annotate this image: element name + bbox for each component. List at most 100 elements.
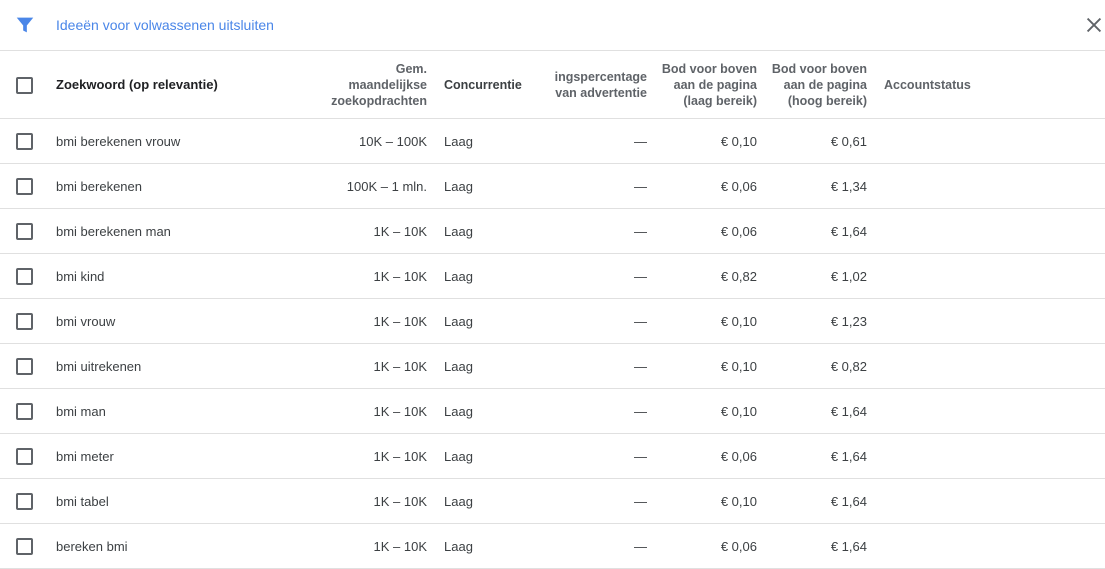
volume-text: 1K – 10K	[373, 268, 428, 284]
bid-low-text: € 0,10	[720, 493, 757, 509]
keyword-text: bmi vrouw	[56, 313, 116, 329]
impression-share-cell: —	[547, 254, 647, 298]
impression-text: —	[634, 358, 647, 374]
header-top-of-page-bid-high[interactable]: Bod voor boven aan de pagina (hoog berei…	[770, 52, 867, 118]
competition-text: Laag	[444, 538, 473, 554]
volume-text: 1K – 10K	[373, 403, 428, 419]
keyword-cell: bmi uitrekenen	[56, 344, 316, 388]
account-status-cell	[884, 479, 1084, 523]
bid-high-text: € 1,64	[830, 493, 867, 509]
bid-high-text: € 1,23	[830, 313, 867, 329]
bid-low-cell: € 0,10	[660, 344, 757, 388]
competition-text: Laag	[444, 268, 473, 284]
keyword-text: bmi berekenen man	[56, 223, 171, 239]
bid-low-text: € 0,10	[720, 358, 757, 374]
bid-low-cell: € 0,10	[660, 119, 757, 163]
row-checkbox[interactable]	[16, 357, 33, 375]
table-row[interactable]: bmi kind 1K – 10K Laag — € 0,82 € 1,02	[0, 254, 1105, 299]
bid-high-text: € 1,02	[830, 268, 867, 284]
header-keyword[interactable]: Zoekwoord (op relevantie)	[56, 52, 316, 118]
filter-icon[interactable]	[14, 14, 36, 36]
competition-cell: Laag	[444, 344, 544, 388]
bid-low-cell: € 0,06	[660, 434, 757, 478]
bid-low-text: € 0,06	[720, 178, 757, 194]
header-ad-impression-share[interactable]: ingspercentage van advertentie	[547, 52, 647, 118]
row-checkbox[interactable]	[16, 132, 33, 150]
volume-cell: 1K – 10K	[300, 389, 428, 433]
close-icon[interactable]	[1083, 14, 1105, 36]
keyword-text: bmi berekenen	[56, 178, 142, 194]
bid-high-cell: € 1,64	[770, 209, 867, 253]
impression-text: —	[634, 133, 647, 149]
keyword-text: bereken bmi	[56, 538, 128, 554]
volume-text: 1K – 10K	[373, 313, 428, 329]
account-status-cell	[884, 254, 1084, 298]
row-checkbox[interactable]	[16, 312, 33, 330]
impression-text: —	[634, 448, 647, 464]
volume-text: 1K – 10K	[373, 538, 428, 554]
keyword-cell: bmi vrouw	[56, 299, 316, 343]
volume-text: 1K – 10K	[373, 493, 428, 509]
row-checkbox[interactable]	[16, 447, 33, 465]
table-row[interactable]: bmi tabel 1K – 10K Laag — € 0,10 € 1,64	[0, 479, 1105, 524]
impression-text: —	[634, 268, 647, 284]
volume-text: 1K – 10K	[373, 358, 428, 374]
keyword-cell: bereken bmi	[56, 524, 316, 568]
keyword-text: bmi uitrekenen	[56, 358, 142, 374]
account-status-cell	[884, 119, 1084, 163]
competition-text: Laag	[444, 313, 473, 329]
competition-text: Laag	[444, 493, 473, 509]
impression-share-cell: —	[547, 524, 647, 568]
impression-share-cell: —	[547, 299, 647, 343]
competition-cell: Laag	[444, 209, 544, 253]
keyword-text: bmi berekenen vrouw	[56, 133, 181, 149]
toolbar: Ideeën voor volwassenen uitsluiten	[0, 0, 1105, 51]
bid-high-text: € 1,64	[830, 223, 867, 239]
bid-high-cell: € 1,23	[770, 299, 867, 343]
keyword-cell: bmi kind	[56, 254, 316, 298]
header-competition[interactable]: Concurrentie	[444, 52, 544, 118]
competition-cell: Laag	[444, 119, 544, 163]
table-row[interactable]: bmi meter 1K – 10K Laag — € 0,06 € 1,64	[0, 434, 1105, 479]
table-row[interactable]: bmi uitrekenen 1K – 10K Laag — € 0,10 € …	[0, 344, 1105, 389]
competition-text: Laag	[444, 178, 473, 194]
volume-cell: 1K – 10K	[300, 254, 428, 298]
competition-cell: Laag	[444, 524, 544, 568]
header-avg-monthly-searches[interactable]: Gem. maandelijkse zoekopdrachten	[300, 52, 427, 118]
table-row[interactable]: bereken bmi 1K – 10K Laag — € 0,06 € 1,6…	[0, 524, 1105, 569]
keyword-cell: bmi berekenen vrouw	[56, 119, 316, 163]
volume-cell: 1K – 10K	[300, 344, 428, 388]
impression-share-cell: —	[547, 209, 647, 253]
table-row[interactable]: bmi berekenen man 1K – 10K Laag — € 0,06…	[0, 209, 1105, 254]
row-checkbox[interactable]	[16, 222, 33, 240]
impression-share-cell: —	[547, 344, 647, 388]
competition-text: Laag	[444, 403, 473, 419]
header-account-status[interactable]: Accountstatus	[884, 52, 1084, 118]
header-top-of-page-bid-low[interactable]: Bod voor boven aan de pagina (laag berei…	[660, 52, 757, 118]
bid-low-cell: € 0,10	[660, 299, 757, 343]
row-checkbox[interactable]	[16, 492, 33, 510]
bid-high-cell: € 1,64	[770, 479, 867, 523]
row-checkbox[interactable]	[16, 402, 33, 420]
bid-high-text: € 1,64	[830, 538, 867, 554]
impression-share-cell: —	[547, 389, 647, 433]
table-row[interactable]: bmi berekenen vrouw 10K – 100K Laag — € …	[0, 119, 1105, 164]
bid-low-text: € 0,10	[720, 313, 757, 329]
row-checkbox[interactable]	[16, 177, 33, 195]
select-all-checkbox[interactable]	[16, 76, 33, 94]
table-row[interactable]: bmi man 1K – 10K Laag — € 0,10 € 1,64	[0, 389, 1105, 434]
bid-low-text: € 0,06	[720, 448, 757, 464]
volume-cell: 1K – 10K	[300, 434, 428, 478]
volume-cell: 1K – 10K	[300, 524, 428, 568]
bid-high-cell: € 1,02	[770, 254, 867, 298]
bid-low-cell: € 0,10	[660, 479, 757, 523]
bid-high-text: € 1,64	[830, 448, 867, 464]
competition-text: Laag	[444, 448, 473, 464]
row-checkbox[interactable]	[16, 537, 33, 555]
impression-share-cell: —	[547, 434, 647, 478]
row-checkbox[interactable]	[16, 267, 33, 285]
exclude-adult-ideas-link[interactable]: Ideeën voor volwassenen uitsluiten	[56, 16, 274, 34]
volume-text: 1K – 10K	[373, 448, 428, 464]
table-row[interactable]: bmi berekenen 100K – 1 mln. Laag — € 0,0…	[0, 164, 1105, 209]
table-row[interactable]: bmi vrouw 1K – 10K Laag — € 0,10 € 1,23	[0, 299, 1105, 344]
